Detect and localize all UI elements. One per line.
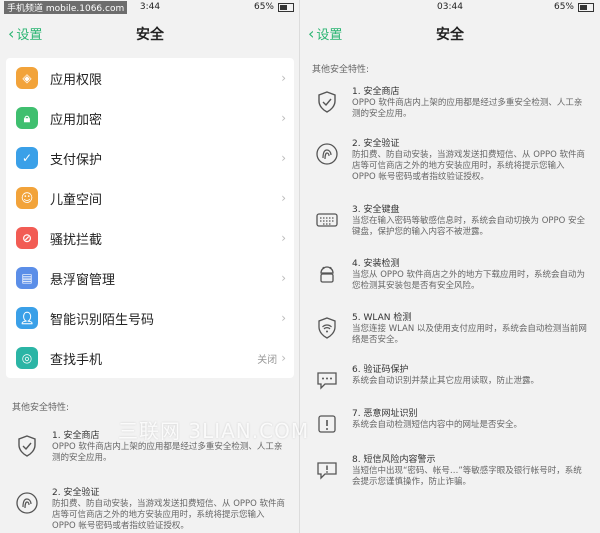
right-screen: 03:44 65% ‹ 设置 安全 其他安全特性: 1. 安全商店 OPPO 软… [300,0,600,533]
feature-title: 8. 短信风险内容警示 [352,455,436,465]
chevron-right-icon: › [281,111,286,125]
settings-item[interactable]: ✓ 支付保护 › [6,138,294,178]
feature-desc: 防扣费、防自动安装，当游戏发送扣费短信、从 OPPO 软件商店等可信商店之外的地… [52,499,286,531]
feature-desc: OPPO 软件商店内上架的应用都是经过多重安全检测、人工亲测的安全应用。 [352,98,583,119]
battery-icon [278,2,294,12]
chevron-right-icon: › [281,271,286,285]
feature-title: 7. 恶意网址识别 [352,409,418,419]
feature-item: 1. 安全商店 OPPO 软件商店内上架的应用都是经过多重安全检测、人工亲测的安… [312,87,588,139]
feature-title: 1. 安全商店 [352,87,400,97]
settings-item[interactable]: ▤ 悬浮窗管理 › [6,258,294,298]
section-header: 其他安全特性: [312,65,370,75]
section-header: 其他安全特性: [12,403,70,413]
settings-list: ◈ 应用权限 › 🔒︎ 应用加密 › ✓ 支付保护 › ☺ 儿童空间 › ⊘ 骚… [6,58,294,378]
feature-item: 4. 安装检测 当您从 OPPO 软件商店之外的地方下载应用时，系统会自动为您检… [312,259,588,313]
feature-title: 4. 安装检测 [352,259,400,269]
feature-item: 3. 安全键盘 当您在输入密码等敏感信息时，系统会自动切换为 OPPO 安全键盘… [312,205,588,259]
contact-icon: 👤︎ [16,307,38,329]
feature-desc: 当您从 OPPO 软件商店之外的地方下载应用时，系统会自动为您检测其安装包是否有… [352,270,586,291]
android-icon [312,259,342,289]
wifi-shield-icon [312,313,342,343]
fingerprint-icon [12,488,42,518]
window-icon: ▤ [16,267,38,289]
feature-desc: 系统会自动检测短信内容中的网址是否安全。 [352,420,523,430]
site-watermark: 三联网 3LIAN.COM [118,419,310,443]
feature-desc: 防扣费、防自动安装，当游戏发送扣费短信、从 OPPO 软件商店等可信商店之外的地… [352,150,586,182]
chevron-right-icon: › [281,231,286,245]
page-title: 安全 [436,27,464,43]
left-screen: 手机频道 mobile.1066.com 3:44 65% ‹ 设置 安全 ◈ … [0,0,300,533]
feature-item: 7. 恶意网址识别 系统会自动检测短信内容中的网址是否安全。 [312,409,588,455]
message-alert-icon [312,455,342,485]
settings-item-label: 应用权限 [50,72,103,88]
settings-item[interactable]: ◎ 查找手机 关闭 › [6,338,294,378]
feature-item: 2. 安全验证 防扣费、防自动安装，当游戏发送扣费短信、从 OPPO 软件商店等… [312,139,588,205]
chevron-right-icon: › [281,151,286,165]
settings-item[interactable]: ☺ 儿童空间 › [6,178,294,218]
battery-percent: 65% [253,2,274,12]
status-right: 65% [554,2,594,12]
shield-check-icon [12,431,42,461]
shield-icon: ◈ [16,67,38,89]
settings-item-label: 智能识别陌生号码 [50,312,155,328]
title-bar: ‹ 设置 安全 [0,16,300,50]
settings-item-label: 悬浮窗管理 [50,272,116,288]
settings-item[interactable]: ◈ 应用权限 › [6,58,294,98]
shield-check-icon [312,87,342,117]
locate-icon: ◎ [16,347,38,369]
feature-title: 3. 安全键盘 [352,205,400,215]
settings-item[interactable]: 👤︎ 智能识别陌生号码 › [6,298,294,338]
alert-icon [312,409,342,439]
settings-item-label: 查找手机 [50,352,103,368]
status-bar: 手机频道 mobile.1066.com 3:44 65% [0,0,300,16]
feature-title: 5. WLAN 检测 [352,313,412,323]
feature-title: 6. 验证码保护 [352,365,409,375]
lock-icon: 🔒︎ [16,107,38,129]
settings-item-label: 骚扰拦截 [50,232,103,248]
keyboard-icon [312,205,342,235]
feature-item: 2. 安全验证 防扣费、防自动安装，当游戏发送扣费短信、从 OPPO 软件商店等… [12,488,288,532]
settings-item-value: 关闭 [257,354,278,366]
chevron-right-icon: › [281,351,286,365]
feature-title: 2. 安全验证 [352,139,400,149]
feature-desc: OPPO 软件商店内上架的应用都是经过多重安全检测、人工亲测的安全应用。 [52,442,283,463]
chevron-right-icon: › [281,71,286,85]
feature-item: 8. 短信风险内容警示 当短信中出现“密码、帐号…”等敏感字眼及银行帐号时，系统… [312,455,588,503]
feature-title: 2. 安全验证 [52,488,100,498]
settings-item-label: 儿童空间 [50,192,103,208]
chevron-right-icon: › [281,191,286,205]
shield-check-icon: ✓ [16,147,38,169]
battery-icon [578,2,594,12]
title-bar: ‹ 设置 安全 [300,16,600,50]
fingerprint-icon [312,139,342,169]
status-right: 65% [254,2,294,12]
chevron-right-icon: › [281,311,286,325]
battery-percent: 65% [553,2,574,12]
feature-desc: 系统会自动识别并禁止其它应用读取，防止泄露。 [352,376,540,386]
page-title: 安全 [136,27,164,43]
feature-item: 5. WLAN 检测 当您连接 WLAN 以及使用支付应用时，系统会自动检测当前… [312,313,588,365]
feature-desc: 当您连接 WLAN 以及使用支付应用时，系统会自动检测当前网络是否安全。 [352,324,587,345]
message-lock-icon [312,365,342,395]
feature-list: 1. 安全商店 OPPO 软件商店内上架的应用都是经过多重安全检测、人工亲测的安… [300,75,600,503]
child-icon: ☺ [16,187,38,209]
settings-item-label: 应用加密 [50,112,103,128]
feature-desc: 当您在输入密码等敏感信息时，系统会自动切换为 OPPO 安全键盘，保护您的输入内… [352,216,586,237]
settings-item[interactable]: 🔒︎ 应用加密 › [6,98,294,138]
block-icon: ⊘ [16,227,38,249]
settings-item-label: 支付保护 [50,152,103,168]
status-bar: 03:44 65% [300,0,600,16]
settings-item[interactable]: ⊘ 骚扰拦截 › [6,218,294,258]
feature-desc: 当短信中出现“密码、帐号…”等敏感字眼及银行帐号时，系统会提示您谨慎操作，防止诈… [352,466,582,487]
feature-item: 6. 验证码保护 系统会自动识别并禁止其它应用读取，防止泄露。 [312,365,588,409]
